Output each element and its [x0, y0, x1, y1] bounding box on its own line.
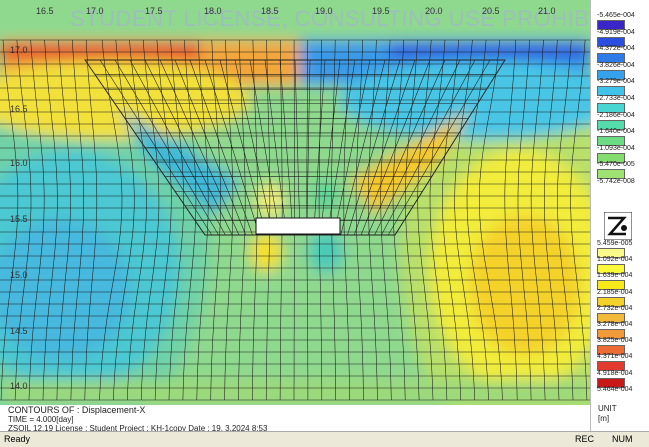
- legend-label: -1.093e-004: [597, 144, 635, 152]
- x-tick-label: 18.5: [261, 6, 279, 16]
- legend-label: -5.465e-004: [597, 12, 635, 19]
- legend-label: 1.639e-004: [597, 272, 633, 280]
- unit-value: [m]: [598, 414, 610, 423]
- legend-label: -2.733e-004: [597, 95, 635, 102]
- unit-label: UNIT: [598, 404, 617, 413]
- legend-label: 3.278e-004: [597, 321, 633, 328]
- tunnel-box[interactable]: [255, 217, 341, 235]
- x-tick-label: 17.0: [86, 6, 104, 16]
- legend-label: -1.640e-004: [597, 128, 635, 136]
- legend-label: -5.742e-008: [597, 178, 635, 185]
- x-tick-label: 19.5: [372, 6, 390, 16]
- contours-title: CONTOURS OF : Displacement-X: [8, 405, 146, 415]
- legend-label: 2.185e-004: [597, 288, 633, 296]
- x-tick-label: 17.5: [145, 6, 163, 16]
- legend-label: 1.092e-004: [597, 256, 633, 264]
- x-tick-label: 16.5: [36, 6, 54, 16]
- status-num: NUM: [612, 434, 633, 444]
- y-tick-label: 14.5: [10, 326, 28, 336]
- x-tick-label: 19.0: [315, 6, 333, 16]
- status-rec: REC: [575, 434, 595, 444]
- x-tick-label: 21.0: [538, 6, 556, 16]
- legend-label: -3.826e-004: [597, 61, 635, 69]
- legend-label: 3.825e-004: [597, 337, 633, 345]
- legend-label: 4.918e-004: [597, 369, 633, 377]
- x-tick-label: 20.0: [425, 6, 443, 16]
- legend-label: 5.459e-005: [597, 240, 633, 247]
- plot-info-panel: CONTOURS OF : Displacement-X TIME = 4.00…: [0, 405, 590, 433]
- legend-label: -4.372e-004: [597, 45, 635, 53]
- legend-label: -2.186e-004: [597, 111, 635, 119]
- y-tick-label: 16.0: [10, 158, 28, 168]
- unit-block: UNIT [m]: [598, 404, 617, 424]
- x-tick-label: 18.0: [204, 6, 222, 16]
- legend-label: -4.919e-004: [597, 28, 635, 36]
- y-tick-label: 17.0: [10, 45, 28, 55]
- contour-plot-svg: [0, 0, 590, 405]
- zsoil-logo-icon: [604, 212, 632, 240]
- status-ready: Ready: [4, 434, 31, 444]
- y-tick-label: 16.5: [10, 104, 28, 114]
- y-tick-label: 14.0: [10, 381, 28, 391]
- y-tick-label: 15.5: [10, 214, 28, 224]
- y-tick-label: 15.0: [10, 270, 28, 280]
- legend-label: 2.732e-004: [597, 304, 633, 312]
- legend-label: 5.464e-004: [597, 385, 633, 393]
- status-bar: Ready REC NUM: [0, 431, 649, 447]
- legend-label: 4.371e-004: [597, 353, 633, 361]
- time-label: TIME = 4.000[day]: [8, 415, 74, 424]
- contour-plot-canvas[interactable]: STUDENT LICENSE, CONSULTING USE PROHIBIT…: [0, 0, 590, 405]
- legend-label: -5.470e-005: [597, 161, 635, 169]
- legend-label: -3.279e-004: [597, 78, 635, 86]
- x-tick-label: 20.5: [482, 6, 500, 16]
